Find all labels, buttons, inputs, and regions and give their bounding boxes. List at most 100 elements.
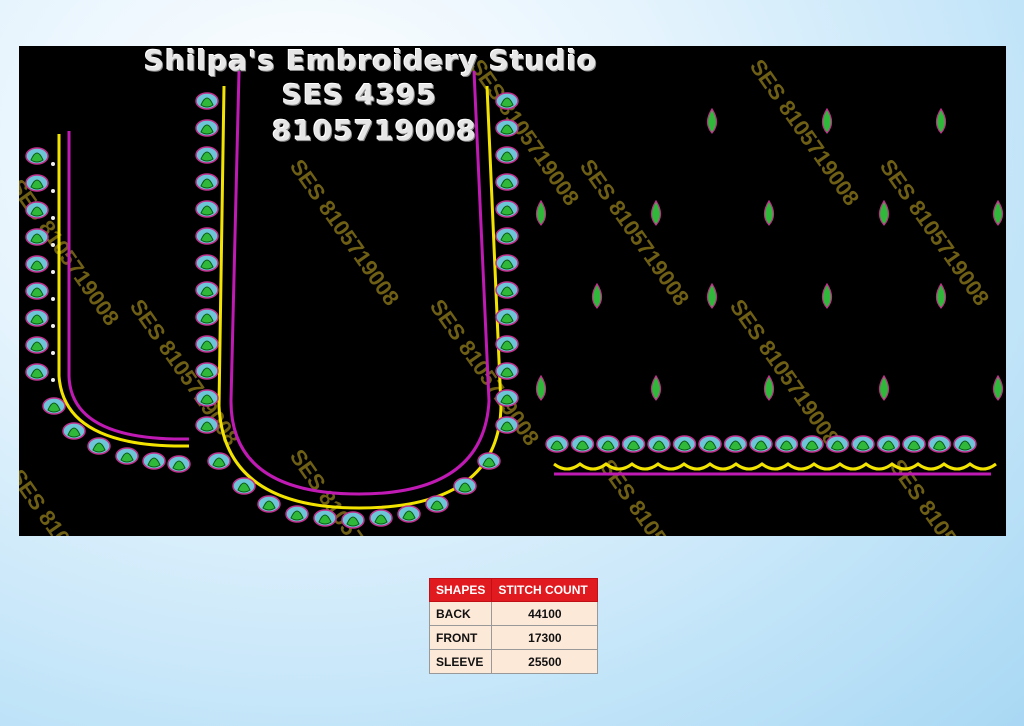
flower-motif <box>495 173 519 191</box>
flower-motif <box>142 452 166 470</box>
flower-motif <box>477 452 501 470</box>
flower-motif <box>495 227 519 245</box>
bead <box>51 189 55 193</box>
flower-motif <box>207 452 231 470</box>
watermark-text: SES 8105719008 <box>465 55 584 211</box>
butta-motif <box>821 107 833 134</box>
butta-motif <box>650 199 662 226</box>
flower-motif <box>285 505 309 523</box>
flower-motif <box>723 435 748 453</box>
flower-motif <box>25 336 49 354</box>
butta-motif <box>706 107 718 134</box>
flower-motif <box>25 255 49 273</box>
flower-motif <box>42 397 66 415</box>
embroidery-design-preview: SES 8105719008 SES 8105719008 SES 81057190… <box>19 46 1006 536</box>
butta-motif <box>992 199 1004 226</box>
butta-motif <box>878 199 890 226</box>
flower-motif <box>749 435 773 453</box>
flower-motif <box>313 509 337 527</box>
table-row: FRONT 17300 <box>428 625 599 650</box>
watermark-text: SES 8105719008 <box>875 155 994 311</box>
flower-motif <box>851 435 875 453</box>
table-row: SLEEVE 25500 <box>428 649 599 674</box>
bead <box>51 297 55 301</box>
watermark-text: SES 8105719008 <box>725 295 844 451</box>
column-header-shapes: SHAPES <box>428 578 493 602</box>
flower-motif <box>195 92 219 110</box>
butta-motif <box>935 107 947 134</box>
column-header-stitch-count: STITCH COUNT <box>491 578 599 602</box>
flower-motif <box>195 362 219 380</box>
flower-motif <box>25 282 49 300</box>
embroidery-artwork: SES 8105719008 SES 8105719008 SES 81057190… <box>19 55 1004 536</box>
flower-motif <box>25 201 49 219</box>
flower-motif <box>495 146 519 164</box>
flower-motif <box>341 511 365 529</box>
flower-motif <box>425 495 449 513</box>
flower-motif <box>62 422 86 440</box>
flower-motif <box>495 92 519 110</box>
flower-motif <box>927 435 952 453</box>
flower-motif <box>195 281 219 299</box>
design-code: SES 4395 <box>282 78 438 111</box>
butta-motif <box>650 374 662 401</box>
flower-motif <box>495 362 519 380</box>
watermark-text: SES 8105719008 <box>745 55 864 211</box>
flower-motif <box>453 477 477 495</box>
flower-motif <box>596 435 620 453</box>
flower-motif <box>195 227 219 245</box>
watermark-text: SES 8105719008 <box>125 295 244 451</box>
flower-motif <box>495 335 519 353</box>
bead <box>51 378 55 382</box>
stitch-count: 17300 <box>491 625 599 650</box>
flower-motif <box>698 435 722 453</box>
bead <box>51 270 55 274</box>
flower-motif <box>115 447 139 465</box>
flower-motif <box>25 228 49 246</box>
bead <box>51 324 55 328</box>
watermark-text: SES 8105719008 <box>575 155 694 311</box>
butta-motif <box>878 374 890 401</box>
flower-motif <box>621 435 646 453</box>
shape-name: BACK <box>428 601 493 626</box>
flower-motif <box>25 309 49 327</box>
flower-motif <box>195 416 219 434</box>
flower-motif <box>195 119 219 137</box>
flower-motif <box>397 505 421 523</box>
flower-motif <box>195 200 219 218</box>
flower-motif <box>232 477 256 495</box>
butta-motif <box>591 282 603 309</box>
flower-motif <box>495 389 519 407</box>
butta-motif <box>935 282 947 309</box>
butta-motif <box>763 199 775 226</box>
flower-motif <box>257 495 281 513</box>
flower-motif <box>800 435 824 453</box>
flower-motif <box>495 254 519 272</box>
flower-motif <box>647 435 671 453</box>
flower-motif <box>195 173 219 191</box>
flower-motif <box>495 200 519 218</box>
bead <box>51 243 55 247</box>
flower-motif <box>25 174 49 192</box>
flower-motif <box>672 435 697 453</box>
table-header-row: SHAPES STITCH COUNT <box>428 578 599 602</box>
watermark-text: SES 8105719008 <box>885 455 1004 536</box>
bead <box>51 216 55 220</box>
butta-motif <box>821 282 833 309</box>
flower-motif <box>25 363 49 381</box>
butta-motif <box>535 374 547 401</box>
phone-number: 8105719008 <box>272 114 477 147</box>
stitch-count: 44100 <box>491 601 599 626</box>
flower-motif <box>545 435 569 453</box>
bead <box>51 162 55 166</box>
flower-motif <box>195 389 219 407</box>
flower-motif <box>495 308 519 326</box>
flower-motif <box>495 416 519 434</box>
studio-name: Shilpa's Embroidery Studio <box>144 46 598 77</box>
flower-motif <box>876 435 901 453</box>
flower-motif <box>825 435 850 453</box>
bead <box>51 351 55 355</box>
flower-motif <box>774 435 799 453</box>
butta-motif <box>706 282 718 309</box>
flower-motif <box>570 435 595 453</box>
